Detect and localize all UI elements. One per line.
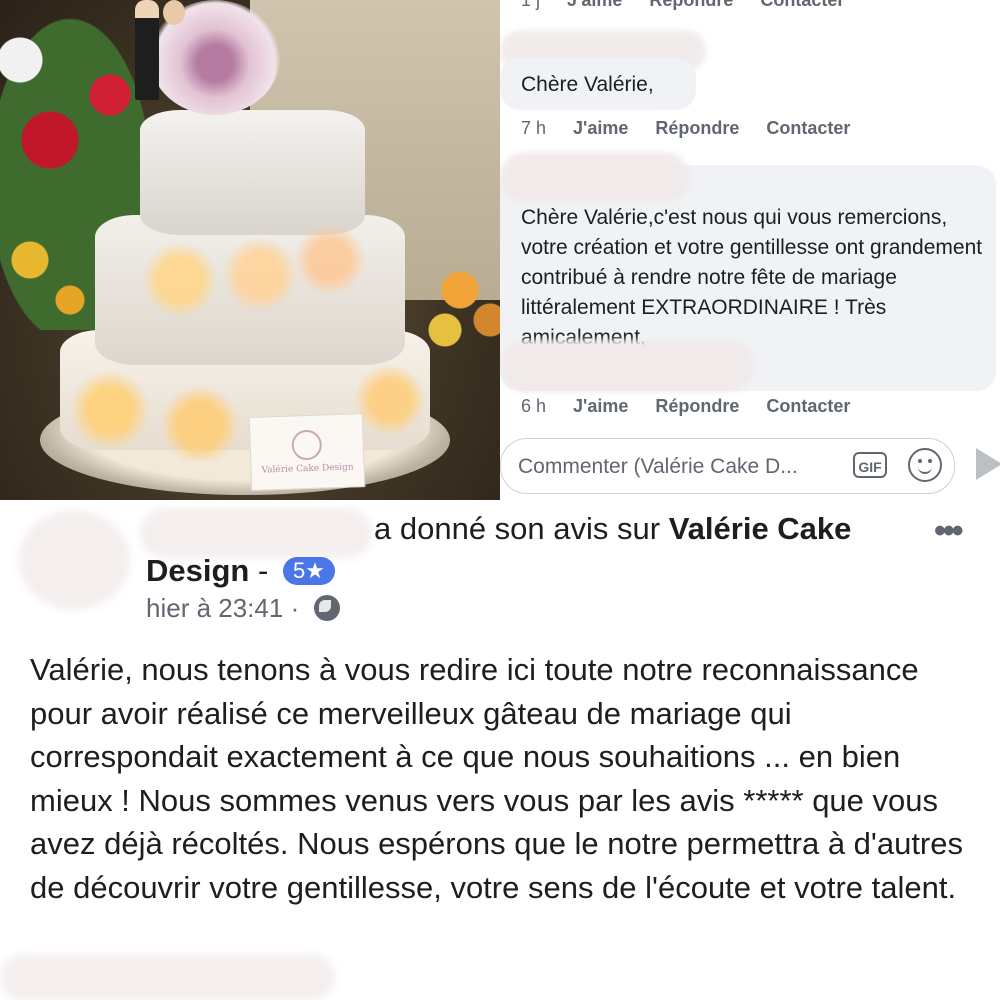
comment-meta-row: 7 h J'aime Répondre Contacter [521, 118, 872, 139]
business-card-text: Valérie Cake Design [261, 462, 354, 476]
comments-panel: 1 j J'aime Répondre Contacter Chère Valé… [500, 0, 1000, 500]
reply-link[interactable]: Répondre [655, 118, 739, 138]
post-timestamp[interactable]: hier à 23:41 [146, 593, 283, 623]
business-card: Valérie Cake Design [248, 413, 366, 491]
contact-link[interactable]: Contacter [766, 118, 850, 138]
comment-meta-row: 1 j J'aime Répondre Contacter [521, 0, 866, 11]
meta-dot: · [290, 593, 300, 623]
comment-bubble[interactable]: Chère Valérie, [500, 58, 696, 110]
cake-tier-top [140, 110, 365, 235]
review-action-text: a donné son avis sur [374, 511, 661, 546]
reply-link[interactable]: Répondre [655, 396, 739, 416]
avatar[interactable] [18, 510, 130, 610]
review-body: Valérie, nous tenons à vous redire ici t… [30, 652, 963, 905]
comment-text: Chère Valérie,c'est nous qui vous remerc… [521, 206, 983, 349]
gif-icon[interactable]: GIF [853, 452, 887, 478]
redacted-signature [500, 340, 755, 392]
comment-time: 6 h [521, 396, 547, 416]
comment-meta-row: 6 h J'aime Répondre Contacter [521, 396, 872, 417]
more-options-icon[interactable]: ••• [934, 514, 964, 548]
review-headline: a donné son avis sur Valérie Cake Design… [146, 508, 866, 592]
logo-crest-icon [291, 429, 323, 461]
contact-link[interactable]: Contacter [760, 0, 844, 10]
comment-text: Chère Valérie, [521, 73, 654, 96]
contact-link[interactable]: Contacter [766, 396, 850, 416]
emoji-icon[interactable] [908, 448, 942, 482]
separator: - [257, 553, 269, 588]
like-link[interactable]: J'aime [573, 396, 628, 416]
post-meta: hier à 23:41 · [146, 593, 341, 624]
wedding-cake-photo[interactable]: Valérie Cake Design [0, 0, 500, 500]
comment-time: 1 j [521, 0, 541, 10]
send-icon[interactable] [976, 448, 1000, 480]
cake-topper-bride [163, 0, 185, 25]
rating-badge: 5★ [282, 557, 335, 585]
redacted-footer [0, 955, 335, 1000]
comment-time: 7 h [521, 118, 547, 138]
redacted-name [500, 152, 690, 202]
like-link[interactable]: J'aime [567, 0, 622, 10]
review-post: a donné son avis sur Valérie Cake Design… [0, 500, 1000, 1000]
reply-link[interactable]: Répondre [649, 0, 733, 10]
comment-input-placeholder: Commenter (Valérie Cake D... [518, 455, 798, 478]
cake-topper-groom [135, 0, 159, 100]
comment-input[interactable]: Commenter (Valérie Cake D... GIF [500, 438, 955, 494]
like-link[interactable]: J'aime [573, 118, 628, 138]
globe-icon [314, 595, 341, 621]
